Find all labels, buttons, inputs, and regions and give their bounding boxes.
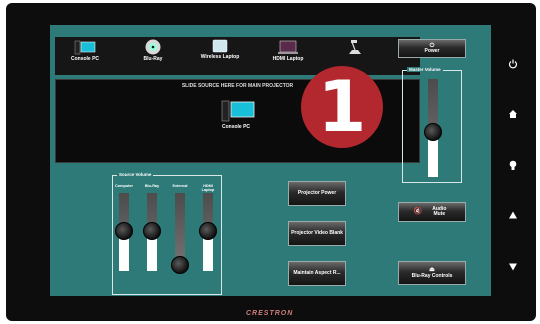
- down-arrow-icon[interactable]: [507, 261, 519, 273]
- power-label: Power: [424, 47, 440, 54]
- master-volume-title: Master Volume: [407, 67, 443, 72]
- up-arrow-icon[interactable]: [507, 209, 519, 221]
- source-label: Blu-Ray: [143, 56, 163, 62]
- source-volume-panel: Source Volume Computer Blu-Ray External …: [112, 172, 222, 295]
- channel-label: Blu-Ray: [144, 184, 160, 188]
- channel-label: Computer: [115, 184, 133, 188]
- disc-icon: [145, 39, 161, 55]
- power-button[interactable]: ⏻ Power: [398, 39, 466, 58]
- source-wireless-laptop[interactable]: Wireless Laptop: [190, 39, 250, 73]
- hdmi-laptop-volume-slider[interactable]: [199, 193, 217, 271]
- home-icon[interactable]: [507, 108, 519, 120]
- power-icon[interactable]: [507, 58, 519, 70]
- master-volume-slider[interactable]: [424, 79, 442, 177]
- brand-logo: CRESTRON: [246, 310, 294, 317]
- source-console-pc[interactable]: Console PC: [55, 39, 115, 73]
- source-volume-title: Source Volume: [117, 172, 154, 177]
- source-blu-ray[interactable]: Blu-Ray: [123, 39, 183, 73]
- maintain-aspect-button[interactable]: Maintain Aspect R...: [288, 261, 346, 286]
- document-camera-icon: [349, 40, 361, 54]
- audio-mute-button[interactable]: 🔇 Audio Mute: [398, 202, 466, 222]
- audio-mute-label: Audio Mute: [432, 205, 447, 217]
- slider-knob[interactable]: [143, 222, 161, 240]
- external-volume-slider[interactable]: [171, 193, 189, 274]
- console-pc-icon: [74, 40, 96, 55]
- computer-volume-slider[interactable]: [115, 193, 133, 271]
- projector-power-button[interactable]: Projector Power: [288, 181, 346, 206]
- slider-knob[interactable]: [115, 222, 133, 240]
- source-label: Wireless Laptop: [200, 54, 240, 60]
- speaker-mute-icon: 🔇: [413, 208, 423, 216]
- bluray-controls-label: Blu-Ray Controls: [411, 272, 453, 279]
- wireless-laptop-icon: [212, 39, 228, 53]
- slider-knob[interactable]: [424, 123, 442, 141]
- source-label: HDMI Laptop: [272, 56, 304, 62]
- channel-label: External: [172, 184, 188, 188]
- console-pc-icon: [221, 100, 255, 122]
- projector-video-blank-button[interactable]: Projector Video Blank: [288, 221, 346, 246]
- channel-label: HDMI Laptop: [201, 184, 215, 192]
- slider-knob[interactable]: [199, 222, 217, 240]
- source-hdmi-laptop[interactable]: HDMI Laptop: [258, 39, 318, 73]
- touch-panel-screen: Console PC Blu-Ray Wireless Laptop HDMI …: [50, 25, 491, 296]
- current-source-label: Console PC: [221, 124, 251, 130]
- bluray-volume-slider[interactable]: [143, 193, 161, 271]
- hdmi-laptop-icon: [278, 40, 298, 54]
- source-label: Console PC: [70, 56, 100, 62]
- slider-knob[interactable]: [171, 256, 189, 274]
- light-icon[interactable]: [507, 159, 519, 171]
- step-number-badge: 1: [301, 66, 383, 148]
- master-volume-panel: Master Volume: [402, 67, 462, 183]
- bluray-controls-button[interactable]: ⏏ Blu-Ray Controls: [398, 261, 466, 285]
